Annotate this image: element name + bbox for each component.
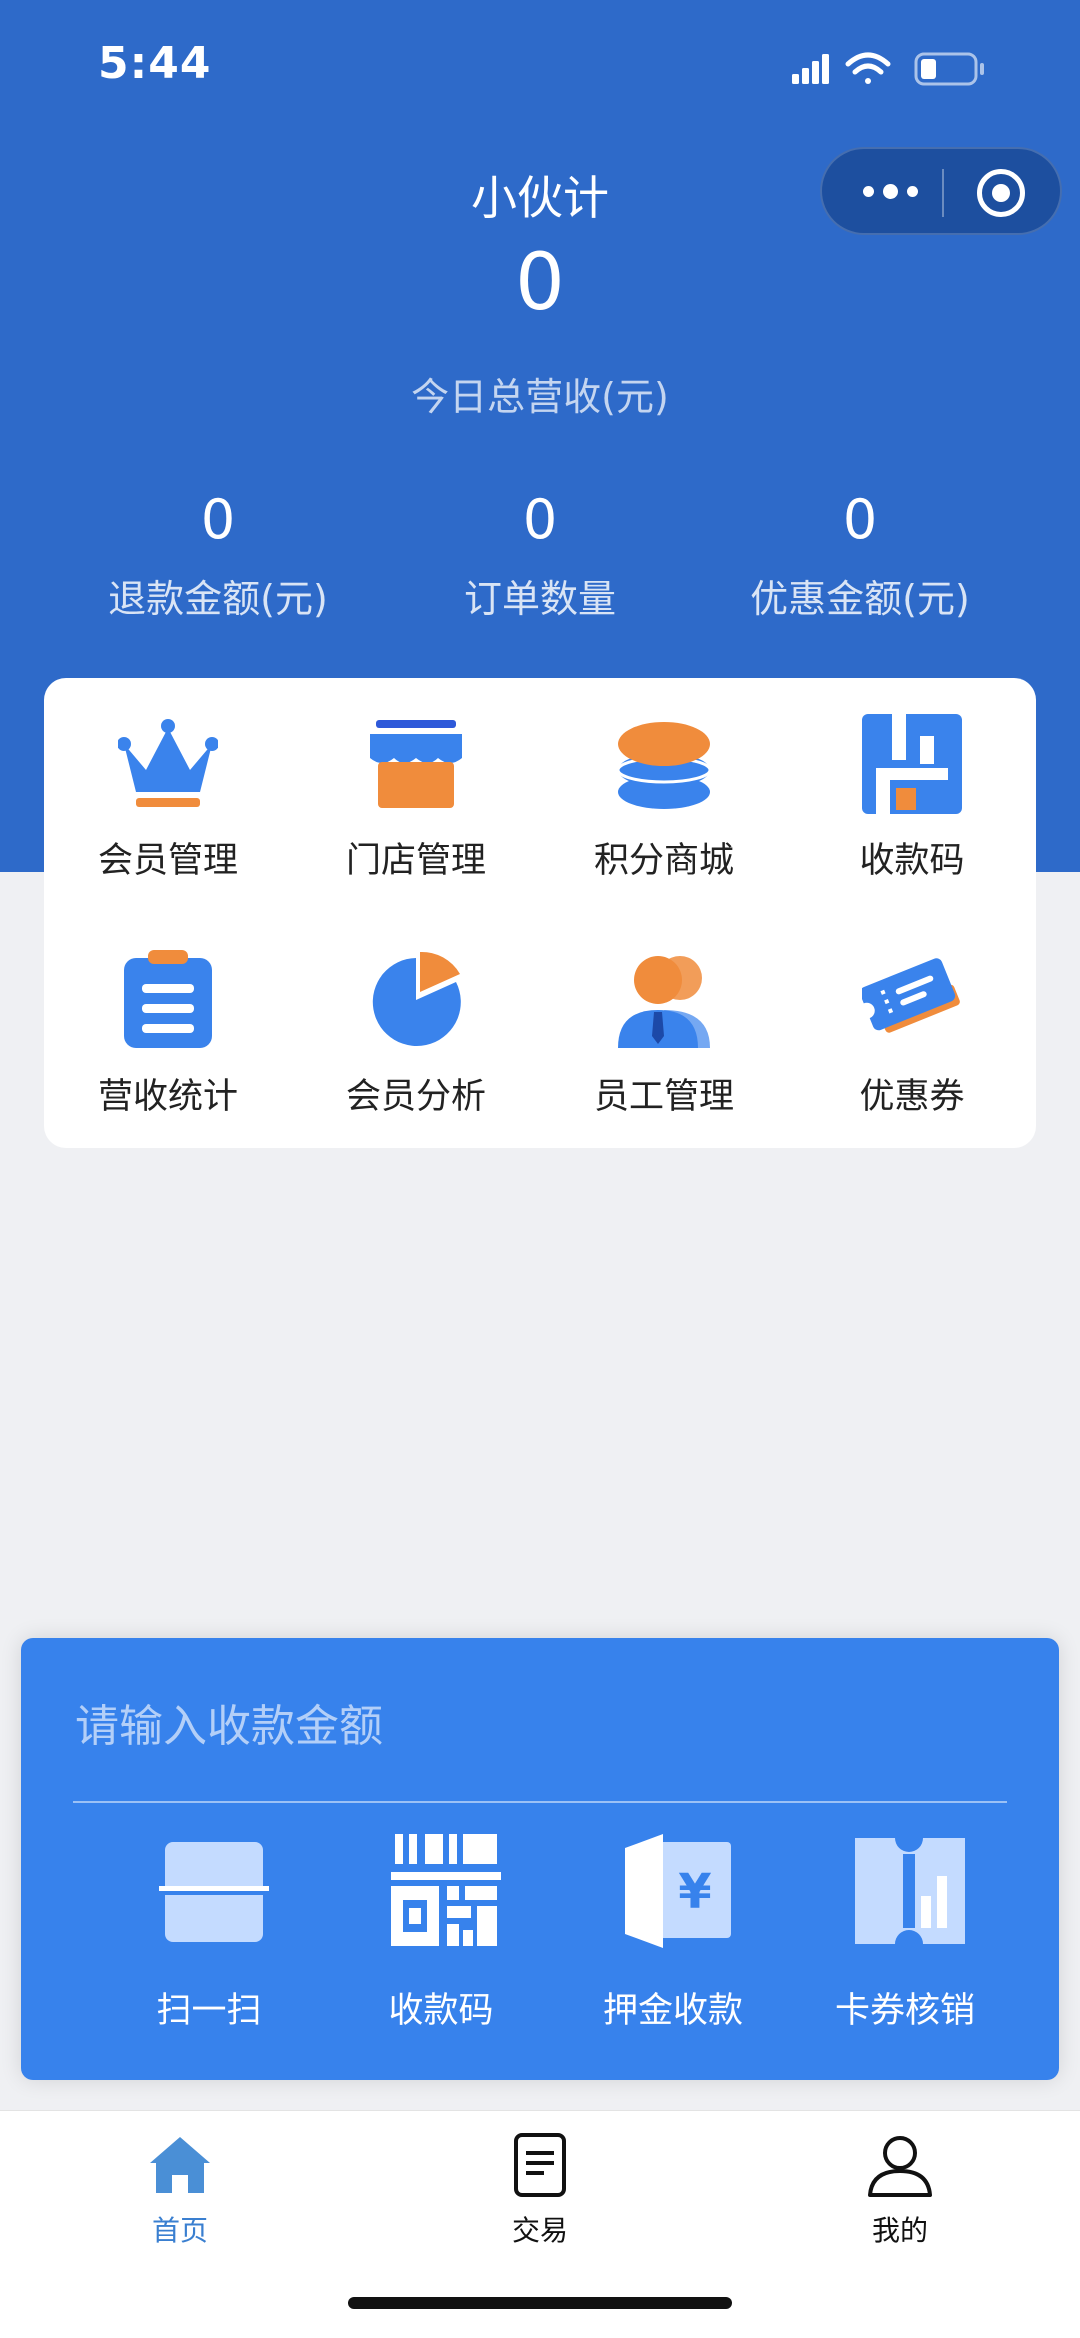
quick-payment-panel: 扫一扫 收款码 ¥ 押金收款	[21, 1638, 1059, 2080]
scan-button[interactable]: 扫一扫	[93, 1834, 325, 2044]
amount-input[interactable]	[73, 1690, 977, 1762]
document-icon	[514, 2133, 566, 2197]
status-bar: 5:44	[0, 0, 1080, 130]
menu-item-revenue-stats[interactable]: 营收统计	[44, 914, 292, 1117]
svg-text:¥: ¥	[678, 1864, 711, 1920]
tab-label: 首页	[151, 2214, 208, 2247]
home-indicator	[348, 2297, 732, 2309]
cellular-signal-icon	[792, 54, 829, 84]
crown-icon	[118, 719, 218, 807]
menu-item-label: 收款码	[859, 841, 965, 881]
menu-item-coupon[interactable]: 优惠券	[788, 914, 1036, 1117]
feature-menu-card: 会员管理 门店管理 积分商城 收款码 营收统计 会员分析 员工管理 优惠券	[44, 678, 1036, 1148]
menu-item-member-management[interactable]: 会员管理	[44, 678, 292, 881]
menu-item-member-analysis[interactable]: 会员分析	[292, 914, 540, 1117]
pay-action-label: 卡券核销	[834, 1991, 975, 2031]
tab-home[interactable]: 首页	[60, 2125, 300, 2247]
status-time: 5:44	[98, 38, 212, 89]
menu-item-payment-code[interactable]: 收款码	[788, 678, 1036, 881]
menu-item-label: 营收统计	[97, 1077, 238, 1117]
storefront-icon	[370, 720, 462, 808]
menu-item-label: 门店管理	[345, 841, 486, 881]
deposit-button[interactable]: ¥ 押金收款	[557, 1834, 789, 2044]
qr-code-icon	[391, 1834, 501, 1946]
pay-action-label: 收款码	[388, 1991, 494, 2031]
stat-label: 优惠金额(元)	[750, 577, 970, 621]
coupon-icon	[862, 958, 960, 1033]
receive-code-button[interactable]: 收款码	[325, 1834, 557, 2044]
menu-item-points-mall[interactable]: 积分商城	[540, 678, 788, 881]
menu-item-label: 优惠券	[859, 1077, 965, 1117]
battery-icon	[914, 52, 984, 86]
menu-item-label: 积分商城	[593, 841, 734, 881]
ticket-verify-button[interactable]: 卡券核销	[789, 1834, 1021, 2044]
pie-chart-icon	[372, 951, 461, 1046]
stat-value: 0	[200, 488, 236, 551]
deposit-icon: ¥	[625, 1834, 731, 1948]
menu-item-store-management[interactable]: 门店管理	[292, 678, 540, 881]
input-divider	[73, 1801, 1007, 1803]
pay-action-label: 押金收款	[602, 1991, 743, 2031]
clipboard-icon	[124, 950, 212, 1048]
staff-icon	[618, 956, 710, 1048]
ticket-verify-icon	[855, 1838, 965, 1944]
menu-item-label: 会员分析	[345, 1077, 486, 1117]
menu-item-label: 员工管理	[593, 1077, 734, 1117]
stat-discount: 0 优惠金额(元)	[700, 488, 1020, 623]
menu-item-label: 会员管理	[97, 841, 238, 881]
app-title: 小伙计	[471, 171, 609, 225]
user-icon	[868, 2136, 932, 2197]
menu-item-staff-management[interactable]: 员工管理	[540, 914, 788, 1117]
home-icon	[150, 2137, 210, 2193]
scan-icon	[159, 1842, 269, 1942]
status-icons	[792, 52, 984, 86]
stat-refund: 0 退款金额(元)	[58, 488, 378, 623]
tab-label: 交易	[511, 2214, 568, 2247]
stats-row: 0 退款金额(元) 0 订单数量 0 优惠金额(元)	[0, 488, 1080, 628]
stat-value: 0	[842, 488, 878, 551]
stat-label: 订单数量	[463, 577, 616, 621]
tab-label: 我的	[871, 2214, 928, 2247]
stat-value: 0	[522, 488, 558, 551]
tab-transactions[interactable]: 交易	[420, 2125, 660, 2247]
wifi-icon	[845, 52, 891, 84]
tab-mine[interactable]: 我的	[780, 2125, 1020, 2247]
pay-action-label: 扫一扫	[156, 1991, 262, 2031]
stat-orders: 0 订单数量	[380, 488, 700, 623]
stat-label: 退款金额(元)	[108, 577, 328, 621]
total-revenue-label: 今日总营收(元)	[411, 375, 669, 419]
total-revenue-value: 0	[515, 238, 565, 328]
coin-stack-icon	[616, 722, 712, 809]
payment-code-icon	[862, 714, 962, 814]
